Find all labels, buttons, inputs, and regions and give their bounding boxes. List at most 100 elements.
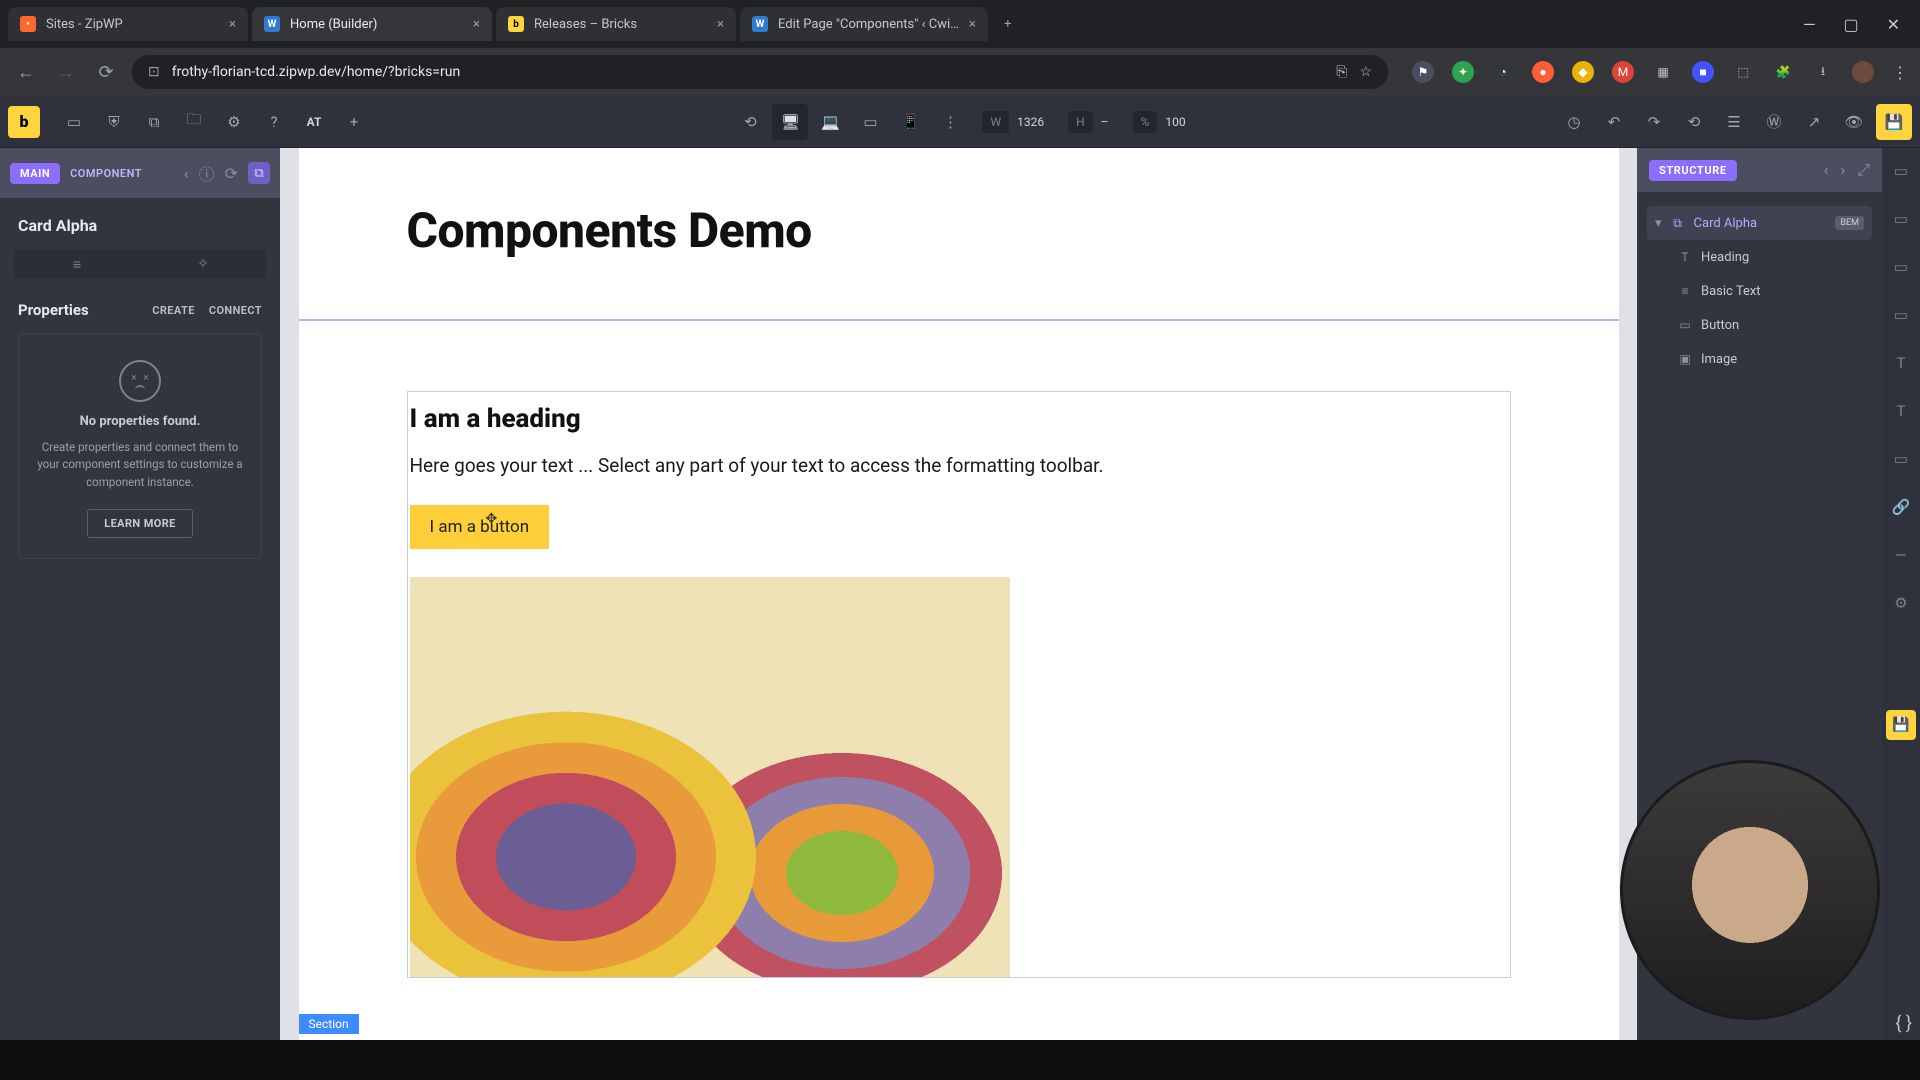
component-tab[interactable]: COMPONENT: [70, 167, 142, 180]
chevron-right-icon[interactable]: ›: [1840, 160, 1845, 180]
rail-divider-icon[interactable]: —: [1895, 546, 1907, 564]
tree-node[interactable]: ▣ Image: [1647, 342, 1872, 376]
connect-property-button[interactable]: CONNECT: [209, 304, 262, 317]
settings-icon[interactable]: ⚙: [216, 104, 252, 140]
back-icon[interactable]: ←: [12, 62, 40, 83]
redo-icon[interactable]: ↷: [1636, 104, 1672, 140]
browser-tab[interactable]: W Home (Builder) ×: [252, 7, 492, 41]
bookmark-icon[interactable]: ☆: [1359, 64, 1372, 80]
wordpress-icon[interactable]: Ⓦ: [1756, 104, 1792, 140]
canvas-zoom[interactable]: % 100: [1133, 111, 1186, 133]
rail-block-icon[interactable]: ▭: [1894, 258, 1908, 276]
canvas[interactable]: Components Demo I am a heading Here goes…: [280, 148, 1637, 1040]
component-box-icon[interactable]: ⧉: [248, 162, 270, 184]
undo-icon[interactable]: ↶: [1596, 104, 1632, 140]
new-tab-button[interactable]: +: [992, 7, 1024, 41]
expand-icon[interactable]: ⤢: [1857, 160, 1870, 180]
card-image[interactable]: [410, 577, 1010, 977]
chevron-left-icon[interactable]: ‹: [184, 164, 189, 183]
forward-icon[interactable]: →: [52, 62, 80, 83]
profile-avatar-icon[interactable]: [1852, 61, 1874, 83]
laptop-breakpoint-icon[interactable]: 💻: [812, 104, 848, 140]
install-app-icon[interactable]: ⎘: [1336, 64, 1347, 80]
downloads-icon[interactable]: ⭳: [1812, 61, 1834, 83]
preview-icon[interactable]: 👁: [1836, 104, 1872, 140]
tree-node[interactable]: ≡ Basic Text: [1647, 274, 1872, 308]
learn-more-button[interactable]: LEARN MORE: [87, 509, 193, 538]
main-tab[interactable]: MAIN: [10, 163, 60, 184]
layers-icon[interactable]: ☰: [1716, 104, 1752, 140]
extension-icon[interactable]: ✦: [1452, 61, 1474, 83]
rail-link-icon[interactable]: 🔗: [1892, 498, 1911, 516]
extension-icon[interactable]: ◆: [1572, 61, 1594, 83]
refresh-small-icon[interactable]: ⟳: [225, 164, 238, 183]
tablet-breakpoint-icon[interactable]: ▭: [852, 104, 888, 140]
page[interactable]: Components Demo I am a heading Here goes…: [299, 148, 1619, 1040]
chevron-left-icon[interactable]: ‹: [1824, 160, 1829, 180]
save-button[interactable]: 💾: [1876, 104, 1912, 140]
site-info-icon[interactable]: ⊡: [148, 64, 160, 80]
at-toggle[interactable]: AT: [296, 104, 332, 140]
close-icon[interactable]: ×: [717, 17, 724, 32]
rail-css-icon[interactable]: ⚙: [1894, 594, 1907, 612]
extension-icon[interactable]: ●: [1532, 61, 1554, 83]
code-toggle-icon[interactable]: { }: [1895, 1013, 1912, 1034]
style-tab-icon[interactable]: ✧: [140, 249, 266, 279]
browser-tab[interactable]: b Releases – Bricks ×: [496, 7, 736, 41]
card-alpha-instance[interactable]: I am a heading Here goes your text ... S…: [407, 391, 1511, 978]
desktop-breakpoint-icon[interactable]: 🖥: [772, 104, 808, 140]
rail-button-icon[interactable]: ▭: [1894, 450, 1908, 468]
extension-icon[interactable]: ▦: [1652, 61, 1674, 83]
extension-icon[interactable]: ⚑: [1412, 61, 1434, 83]
card-button[interactable]: I am a button ✥: [410, 505, 550, 549]
card-heading[interactable]: I am a heading: [410, 404, 1510, 434]
bricks-logo[interactable]: b: [8, 106, 40, 138]
card-text[interactable]: Here goes your text ... Select any part …: [410, 454, 1510, 477]
open-page-icon[interactable]: ↗: [1796, 104, 1832, 140]
tree-node[interactable]: ▭ Button: [1647, 308, 1872, 342]
close-window-icon[interactable]: ✕: [1887, 15, 1900, 34]
tree-node[interactable]: T Heading: [1647, 240, 1872, 274]
extensions-menu-icon[interactable]: 🧩: [1772, 61, 1794, 83]
chevron-down-icon[interactable]: ▾: [1655, 216, 1662, 231]
extension-icon[interactable]: ■: [1692, 61, 1714, 83]
section-label[interactable]: Section: [299, 1014, 359, 1034]
extension-icon[interactable]: ⬚: [1732, 61, 1754, 83]
revisions-icon[interactable]: ⟲: [1676, 104, 1712, 140]
copy-icon[interactable]: ⧉: [136, 104, 172, 140]
url-input[interactable]: ⊡ frothy-florian-tcd.zipwp.dev/home/?bri…: [132, 55, 1388, 89]
maximize-icon[interactable]: ▢: [1843, 15, 1858, 34]
add-element-icon[interactable]: +: [336, 104, 372, 140]
extension-icon[interactable]: ◔: [1492, 61, 1514, 83]
canvas-width[interactable]: W 1326: [982, 111, 1044, 133]
shield-icon[interactable]: ⛨: [96, 104, 132, 140]
rail-container-icon[interactable]: ▭: [1894, 210, 1908, 228]
rail-section-icon[interactable]: ▭: [1894, 162, 1908, 180]
canvas-height[interactable]: H –: [1068, 111, 1108, 133]
mobile-breakpoint-icon[interactable]: 📱: [892, 104, 928, 140]
minimize-icon[interactable]: —: [1803, 15, 1816, 34]
floating-save-icon[interactable]: 💾: [1886, 710, 1916, 740]
close-icon[interactable]: ×: [969, 17, 976, 32]
folder-icon[interactable]: 🗀: [176, 104, 212, 140]
history-icon[interactable]: ◷: [1556, 104, 1592, 140]
pointer-tool-icon[interactable]: ▭: [56, 104, 92, 140]
tree-node-root[interactable]: ▾ ⧉ Card Alpha BEM: [1647, 206, 1872, 240]
rail-text-icon[interactable]: T: [1897, 402, 1906, 420]
browser-tab[interactable]: W Edit Page "Components" ‹ Cwi… ×: [740, 7, 988, 41]
browser-tab[interactable]: • Sites - ZipWP ×: [8, 7, 248, 41]
rail-heading-icon[interactable]: T: [1897, 354, 1906, 372]
content-tab-icon[interactable]: ≡: [14, 249, 140, 279]
page-title[interactable]: Components Demo: [407, 202, 1511, 259]
os-taskbar[interactable]: [0, 1040, 1920, 1080]
info-icon[interactable]: ⓘ: [199, 161, 215, 185]
structure-tab[interactable]: STRUCTURE: [1649, 160, 1737, 181]
rail-div-icon[interactable]: ▭: [1894, 306, 1908, 324]
close-icon[interactable]: ×: [473, 17, 480, 32]
close-icon[interactable]: ×: [229, 17, 236, 32]
help-icon[interactable]: ?: [256, 104, 292, 140]
create-property-button[interactable]: CREATE: [152, 304, 195, 317]
breakpoint-menu-icon[interactable]: ⋮: [932, 104, 968, 140]
refresh-icon[interactable]: ⟲: [732, 104, 768, 140]
reload-icon[interactable]: ⟳: [92, 62, 120, 83]
